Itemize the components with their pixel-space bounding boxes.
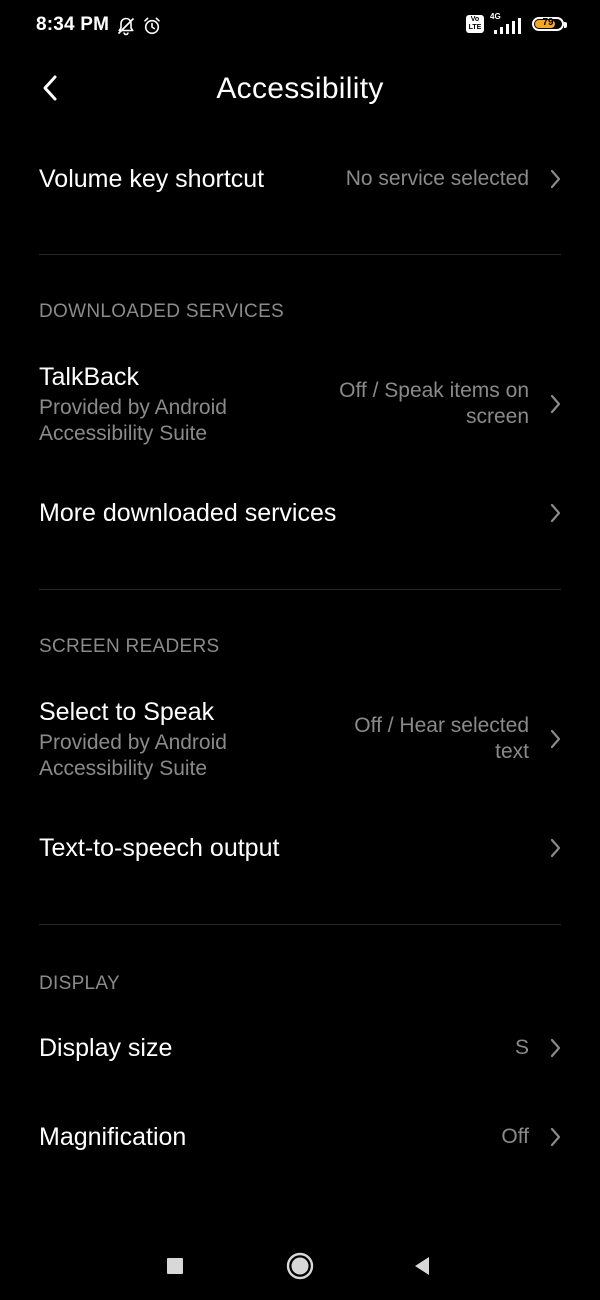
talkback-row[interactable]: TalkBack Provided by Android Accessibili…: [39, 341, 561, 467]
row-texts: Display size: [39, 1032, 515, 1064]
row-title: Volume key shortcut: [39, 165, 265, 193]
chevron-right-icon: [547, 502, 561, 524]
row-subtitle: Provided by Android Accessibility Suite: [39, 396, 227, 445]
status-left-icons: [116, 16, 162, 36]
row-texts: Select to Speak Provided by Android Acce…: [39, 696, 329, 782]
chevron-right-icon: [547, 728, 561, 750]
row-texts: Magnification: [39, 1121, 501, 1153]
chevron-right-icon: [547, 1126, 561, 1148]
row-value: Off / Speak items on screen: [339, 379, 529, 428]
section-header-downloaded-services: DOWNLOADED SERVICES: [39, 301, 285, 322]
nav-back-button[interactable]: [402, 1246, 442, 1286]
row-subtitle: Provided by Android Accessibility Suite: [39, 731, 227, 780]
battery-icon: 79: [532, 17, 567, 31]
chevron-right-icon: [547, 837, 561, 859]
text-to-speech-output-row[interactable]: Text-to-speech output: [39, 802, 561, 894]
row-value: S: [514, 1036, 529, 1059]
row-title: Display size: [39, 1034, 173, 1062]
status-bar: 8:34 PM Vo LTE 4G 79: [0, 0, 600, 56]
navigation-bar: [0, 1232, 600, 1300]
display-size-row[interactable]: Display size S: [39, 1003, 561, 1093]
battery-cap: [564, 22, 567, 28]
section-header-screen-readers: SCREEN READERS: [39, 636, 220, 657]
triangle-back-icon: [415, 1257, 429, 1275]
square-recents-icon: [167, 1258, 183, 1274]
row-texts: More downloaded services: [39, 497, 547, 529]
chevron-right-icon: [547, 393, 561, 415]
chevron-right-icon: [547, 168, 561, 190]
page-title: Accessibility: [216, 72, 384, 105]
volte-icon: Vo LTE: [466, 15, 484, 33]
chevron-right-icon: [547, 1037, 561, 1059]
section-header-display: DISPLAY: [39, 973, 120, 994]
row-value: Off: [501, 1125, 529, 1148]
magnification-row[interactable]: Magnification Off: [39, 1093, 561, 1181]
signal-icon: 4G: [490, 12, 522, 34]
row-texts: Volume key shortcut: [39, 163, 346, 195]
alarm-icon: [142, 16, 162, 36]
volume-key-shortcut-row[interactable]: Volume key shortcut No service selected: [39, 126, 561, 232]
home-button[interactable]: [280, 1246, 320, 1286]
recents-button[interactable]: [155, 1246, 195, 1286]
row-value: Off / Hear selected text: [354, 714, 529, 763]
status-right-icons: Vo LTE 4G 79: [466, 12, 567, 34]
settings-list: Volume key shortcut No service selected …: [0, 126, 600, 1181]
select-to-speak-row[interactable]: Select to Speak Provided by Android Acce…: [39, 676, 561, 802]
row-title: Text-to-speech output: [39, 834, 280, 862]
battery-level: 79: [542, 17, 554, 28]
row-value: No service selected: [345, 167, 529, 190]
row-title: More downloaded services: [39, 499, 337, 527]
row-title: TalkBack: [39, 363, 140, 391]
status-time: 8:34 PM: [36, 14, 110, 35]
row-texts: Text-to-speech output: [39, 832, 547, 864]
notifications-muted-icon: [116, 16, 136, 36]
row-title: Select to Speak: [39, 698, 215, 726]
more-downloaded-services-row[interactable]: More downloaded services: [39, 467, 561, 559]
circle-home-icon: [286, 1252, 314, 1280]
header: Accessibility: [0, 56, 600, 126]
row-texts: TalkBack Provided by Android Accessibili…: [39, 361, 299, 447]
row-title: Magnification: [39, 1123, 187, 1151]
